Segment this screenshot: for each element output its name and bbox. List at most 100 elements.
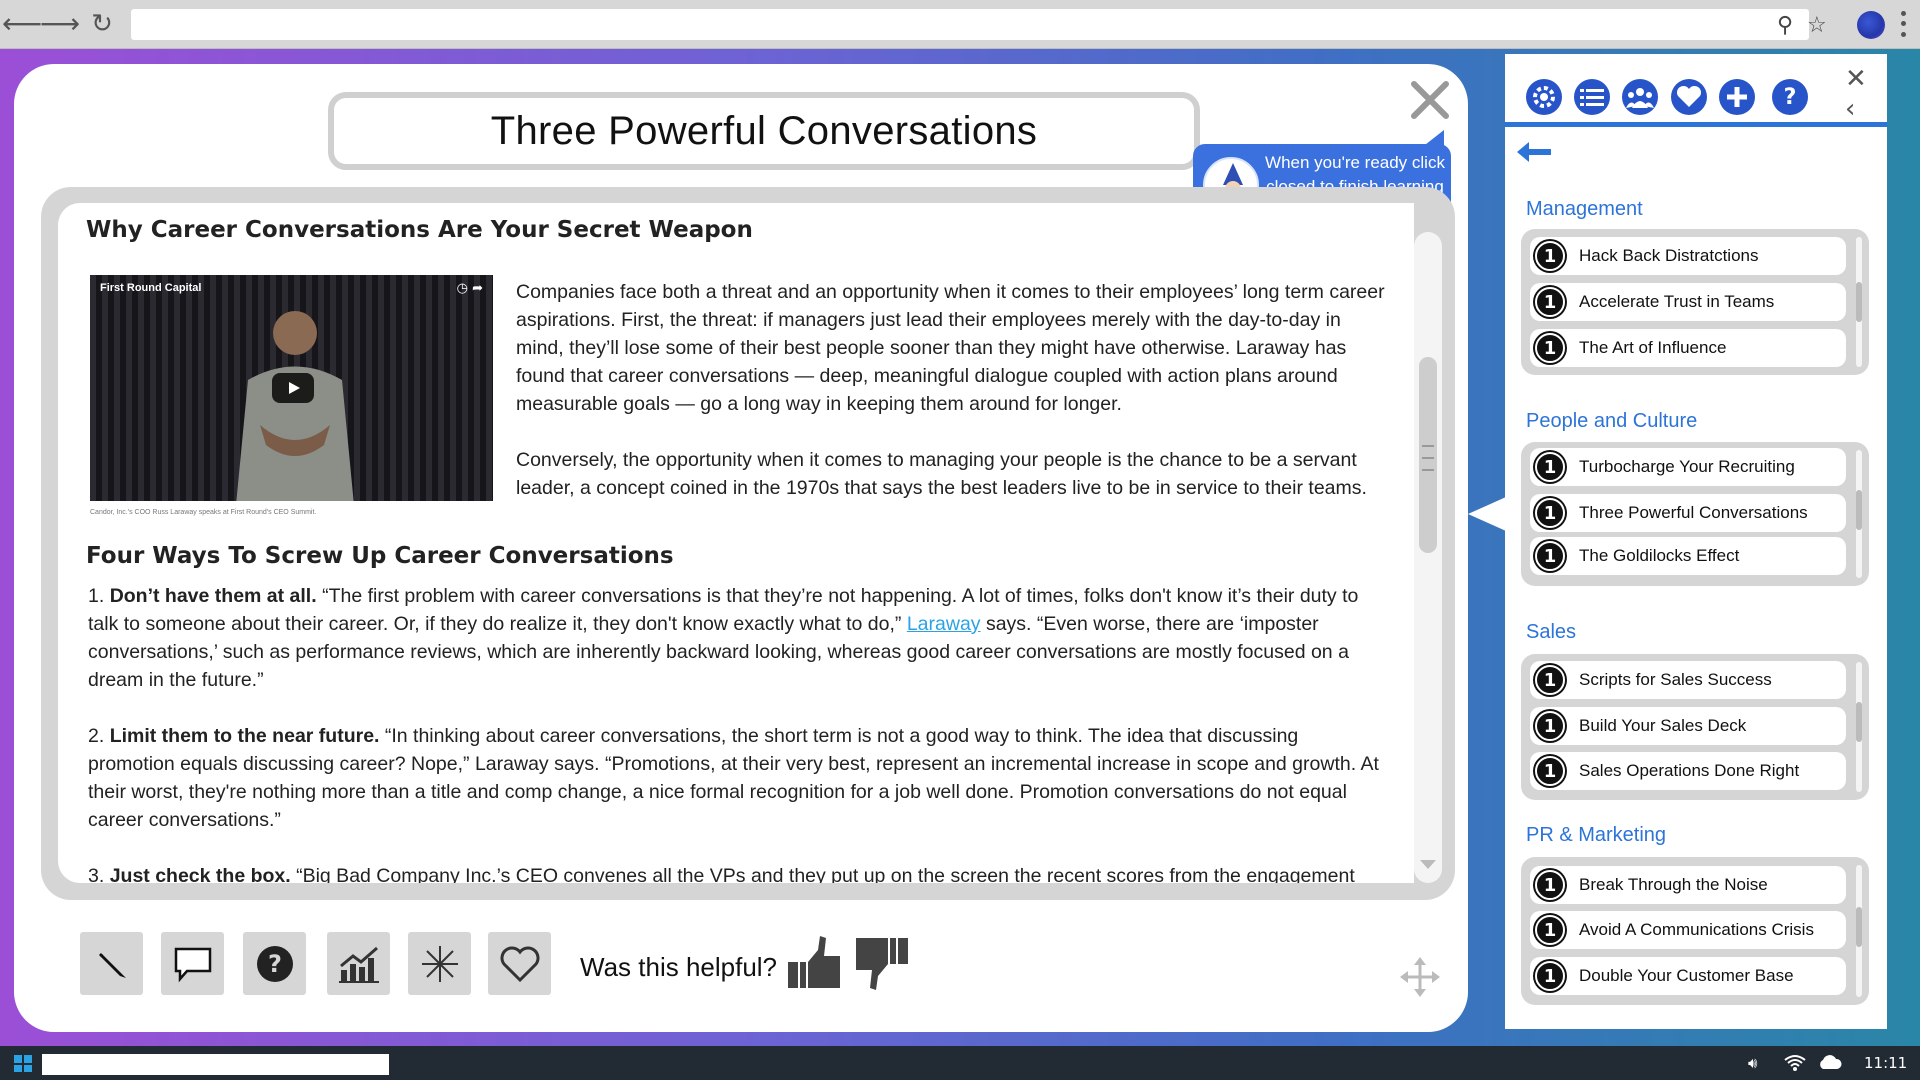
video-player[interactable]: First Round Capital ◷ ➦ [90,275,493,501]
cloud-icon[interactable] [1818,1054,1842,1074]
list-number: 1. [88,585,105,607]
course-item-label: Scripts for Sales Success [1579,670,1772,689]
move-icon[interactable] [1398,955,1442,999]
volume-icon[interactable]: 🔊︎ [1748,1054,1757,1072]
browser-toolbar: ⟵ ⟶ ↻ ⚲ ☆ [0,0,1920,49]
list-number: 3. [88,865,105,883]
star-icon[interactable]: ☆ [1807,15,1827,37]
thumbs-down-icon[interactable] [854,932,910,994]
content-scrollbar[interactable] [1414,232,1442,883]
taskbar: 🔊︎ 11:11 [0,1046,1920,1080]
thumbs-up-icon[interactable] [786,932,842,994]
chart-icon [338,946,379,983]
course-item-turbocharge-recruiting[interactable]: 1 Turbocharge Your Recruiting [1530,448,1846,486]
list-item-bold: Limit them to the near future. [109,725,380,747]
comment-button[interactable] [161,932,224,995]
address-bar[interactable]: ⚲ ☆ [131,9,1827,40]
laraway-link[interactable]: Laraway [907,613,981,635]
windows-start-icon[interactable] [14,1055,32,1072]
profile-avatar[interactable] [1857,11,1885,39]
section-title-sales: Sales [1526,621,1577,643]
play-icon[interactable] [272,373,314,403]
badge-icon: 1 [1535,870,1565,900]
people-icon[interactable] [1622,79,1658,115]
help-button[interactable]: ? [243,932,306,995]
search-icon[interactable]: ⚲ [1777,15,1793,37]
list-item-bold: Don’t have them at all. [109,585,317,607]
badge-icon: 1 [1535,498,1565,528]
badge-icon: 1 [1535,333,1565,363]
close-icon[interactable] [1404,74,1456,126]
course-item-label: Sales Operations Done Right [1579,761,1800,780]
course-item-break-through-noise[interactable]: 1 Break Through the Noise [1530,866,1846,904]
paragraph-threat: Companies face both a threat and an oppo… [516,281,1385,415]
section-scrollbar[interactable] [1856,662,1862,792]
menu-icon[interactable] [1898,8,1908,40]
sparkle-button[interactable] [408,932,471,995]
section-heading: Four Ways To Screw Up Career Conversatio… [86,543,674,569]
course-item-label: Double Your Customer Base [1579,966,1794,985]
badge-icon: 1 [1535,241,1565,271]
sparkle-icon [421,945,458,982]
list-item-clip: 3. Just check the box. “Big Bad Company … [58,862,1414,883]
section-scrollbar[interactable] [1856,450,1862,578]
section-scrollbar[interactable] [1856,865,1862,997]
helpful-prompt: Was this helpful? [580,952,778,982]
course-item-communications-crisis[interactable]: 1 Avoid A Communications Crisis [1530,911,1846,949]
badge-icon: 1 [1535,665,1565,695]
back-icon[interactable] [1515,140,1553,164]
pencil-button[interactable] [80,932,143,995]
list-item: 2. Limit them to the near future. “In th… [88,722,1388,834]
course-item-label: Build Your Sales Deck [1579,716,1747,735]
reload-icon[interactable]: ↻ [84,8,120,40]
section-scrollbar[interactable] [1856,237,1862,367]
video-caption: First Round Capital [100,282,202,294]
badge-icon: 1 [1535,541,1565,571]
paragraph-opportunity: Conversely, the opportunity when it come… [516,449,1367,499]
collapse-panel-icon[interactable]: ‹ [1845,96,1855,122]
course-item-label: Avoid A Communications Crisis [1579,920,1814,939]
list-item: 1. Don’t have them at all. “The first pr… [88,582,1388,694]
course-item-label: Hack Back Distratctions [1579,246,1759,265]
help-icon[interactable]: ? [1772,79,1808,115]
list-icon[interactable] [1574,79,1610,115]
course-item-hack-back-distractions[interactable]: 1 Hack Back Distratctions [1530,237,1846,275]
list-number: 2. [88,725,105,747]
plus-icon[interactable] [1719,79,1755,115]
course-item-goldilocks-effect[interactable]: 1 The Goldilocks Effect [1530,537,1846,575]
course-item-build-sales-deck[interactable]: 1 Build Your Sales Deck [1530,707,1846,745]
article-heading: Why Career Conversations Are Your Secret… [86,217,753,243]
taskbar-search-input[interactable] [42,1054,389,1075]
help-icon: ? [256,945,293,982]
back-arrow-icon[interactable]: ⟵ [2,8,42,40]
course-item-label: Break Through the Noise [1579,875,1768,894]
course-item-accelerate-trust[interactable]: 1 Accelerate Trust in Teams [1530,283,1846,321]
page-title: Three Powerful Conversations [490,108,1038,153]
pencil-icon [98,952,126,978]
badge-icon: 1 [1535,915,1565,945]
scroll-down-icon[interactable] [1420,860,1436,869]
course-item-label: The Art of Influence [1579,338,1727,357]
course-item-label: The Goldilocks Effect [1579,546,1740,565]
video-controls-icon[interactable]: ◷ ➦ [457,281,483,296]
svg-text:?: ? [268,950,282,978]
close-panel-icon[interactable]: ✕ [1845,66,1867,92]
badge-icon: 1 [1535,452,1565,482]
list-item-bold: Just check the box. [109,865,291,883]
heart-icon[interactable] [1671,79,1707,115]
badge-icon: 1 [1535,961,1565,991]
course-item-sales-operations[interactable]: 1 Sales Operations Done Right [1530,752,1846,790]
list-item-text: “Big Bad Company Inc.’s CEO convenes all… [290,865,1355,883]
clock-time: 11:11 [1864,1054,1908,1072]
course-item-three-powerful-conversations[interactable]: 1 Three Powerful Conversations [1530,494,1846,532]
forward-arrow-icon[interactable]: ⟶ [40,8,80,40]
title-box: Three Powerful Conversations [328,92,1200,170]
gear-icon[interactable] [1526,79,1562,115]
course-item-art-of-influence[interactable]: 1 The Art of Influence [1530,329,1846,367]
wifi-icon[interactable] [1784,1054,1806,1076]
course-item-scripts-sales-success[interactable]: 1 Scripts for Sales Success [1530,661,1846,699]
chart-button[interactable] [327,932,390,995]
section-title-people-culture: People and Culture [1526,410,1698,432]
course-item-double-customer-base[interactable]: 1 Double Your Customer Base [1530,957,1846,995]
favorite-button[interactable] [488,932,551,995]
